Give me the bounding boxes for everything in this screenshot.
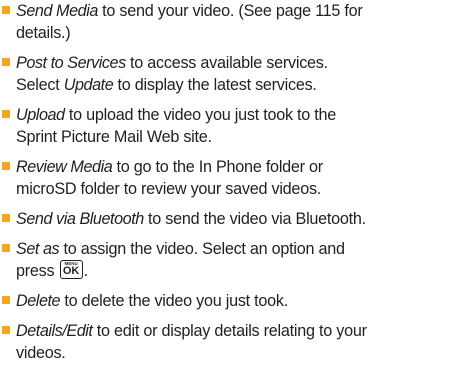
option-description-continued: microSD folder to review your saved vide…: [16, 180, 322, 198]
option-description-prefix: Select: [16, 76, 64, 94]
square-bullet-icon: [2, 110, 10, 118]
option-description: to send the video via Bluetooth.: [143, 210, 366, 228]
option-term: Review Media: [16, 158, 113, 176]
option-description-continued: Sprint Picture Mail Web site.: [16, 128, 212, 146]
option-term: Delete: [16, 292, 61, 310]
option-description-prefix: press: [16, 262, 59, 280]
option-term: Send Media: [16, 2, 98, 20]
square-bullet-icon: [2, 326, 10, 334]
option-description: to edit or display details relating to y…: [92, 322, 367, 340]
list-item-send-via-bluetooth: Send via Bluetooth to send the video via…: [0, 208, 458, 230]
square-bullet-icon: [2, 214, 10, 222]
list-item-review-media: Review Media to go to the In Phone folde…: [0, 156, 458, 200]
square-bullet-icon: [2, 296, 10, 304]
option-list: Send Media to send your video. (See page…: [0, 0, 458, 372]
menu-ok-key-icon: MENU OK: [59, 260, 83, 279]
option-term: Set as: [16, 240, 60, 258]
option-term: Details/Edit: [16, 322, 93, 340]
square-bullet-icon: [2, 244, 10, 252]
manual-page: Send Media to send your video. (See page…: [0, 0, 458, 385]
square-bullet-icon: [2, 58, 10, 66]
option-description-continued: videos.: [16, 344, 66, 362]
option-term: Send via Bluetooth: [16, 210, 144, 228]
option-description: to access available services.: [125, 54, 328, 72]
list-item-upload: Upload to upload the video you just took…: [0, 104, 458, 148]
list-item-post-to-services: Post to Services to access available ser…: [0, 52, 458, 96]
option-description: to assign the video. Select an option an…: [59, 240, 345, 258]
square-bullet-icon: [2, 162, 10, 170]
option-description-continued: to display the latest services.: [113, 76, 317, 94]
option-term: Post to Services: [16, 54, 126, 72]
option-description: to upload the video you just took to the: [64, 106, 337, 124]
list-item-details-edit: Details/Edit to edit or display details …: [0, 320, 458, 364]
list-item-send-media: Send Media to send your video. (See page…: [0, 0, 458, 44]
key-main-label: OK: [62, 265, 80, 277]
option-description-continued: details.): [16, 24, 71, 42]
option-description: to send your video. (See page 115 for: [97, 2, 363, 20]
option-description: to delete the video you just took.: [60, 292, 289, 310]
option-description-continued: .: [83, 262, 89, 280]
square-bullet-icon: [2, 6, 10, 14]
option-subterm: Update: [63, 76, 114, 94]
option-description: to go to the In Phone folder or: [112, 158, 324, 176]
list-item-set-as: Set as to assign the video. Select an op…: [0, 238, 458, 282]
list-item-delete: Delete to delete the video you just took…: [0, 290, 458, 312]
option-term: Upload: [16, 106, 65, 124]
